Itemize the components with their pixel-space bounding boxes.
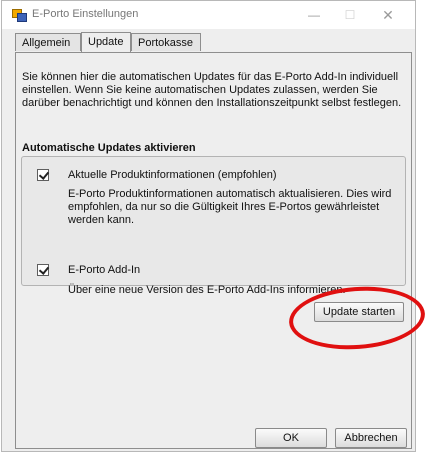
update-tab-panel: Sie können hier die automatischen Update… [15, 52, 412, 449]
maximize-button[interactable]: ☐ [336, 4, 364, 26]
title-bar: E-Porto Einstellungen — ☐ ✕ [2, 1, 415, 29]
cancel-button[interactable]: Abbrechen [335, 428, 407, 448]
product-info-checkbox[interactable] [37, 169, 49, 181]
ok-button[interactable]: OK [255, 428, 327, 448]
tab-allgemein[interactable]: Allgemein [15, 33, 81, 51]
tab-portokasse[interactable]: Portokasse [131, 33, 201, 51]
section-title: Automatische Updates aktivieren [22, 142, 196, 154]
window-title: E-Porto Einstellungen [32, 8, 139, 20]
product-info-label[interactable]: Aktuelle Produktinformationen (empfohlen… [68, 169, 277, 181]
settings-window: E-Porto Einstellungen — ☐ ✕ Allgemein Up… [1, 0, 416, 452]
minimize-button[interactable]: — [300, 4, 328, 26]
addin-checkbox[interactable] [37, 264, 49, 276]
addin-description: Über eine neue Version des E-Porto Add-I… [68, 284, 346, 296]
app-icon [12, 9, 27, 22]
update-options-group: Aktuelle Produktinformationen (empfohlen… [21, 156, 406, 296]
close-button[interactable]: ✕ [374, 4, 402, 26]
update-start-button[interactable]: Update starten [314, 302, 404, 322]
tab-update[interactable]: Update [81, 32, 131, 52]
addin-label[interactable]: E-Porto Add-In [68, 264, 140, 276]
product-info-description: E-Porto Produktinformationen automatisch… [68, 188, 392, 226]
intro-text: Sie können hier die automatischen Update… [22, 71, 402, 109]
